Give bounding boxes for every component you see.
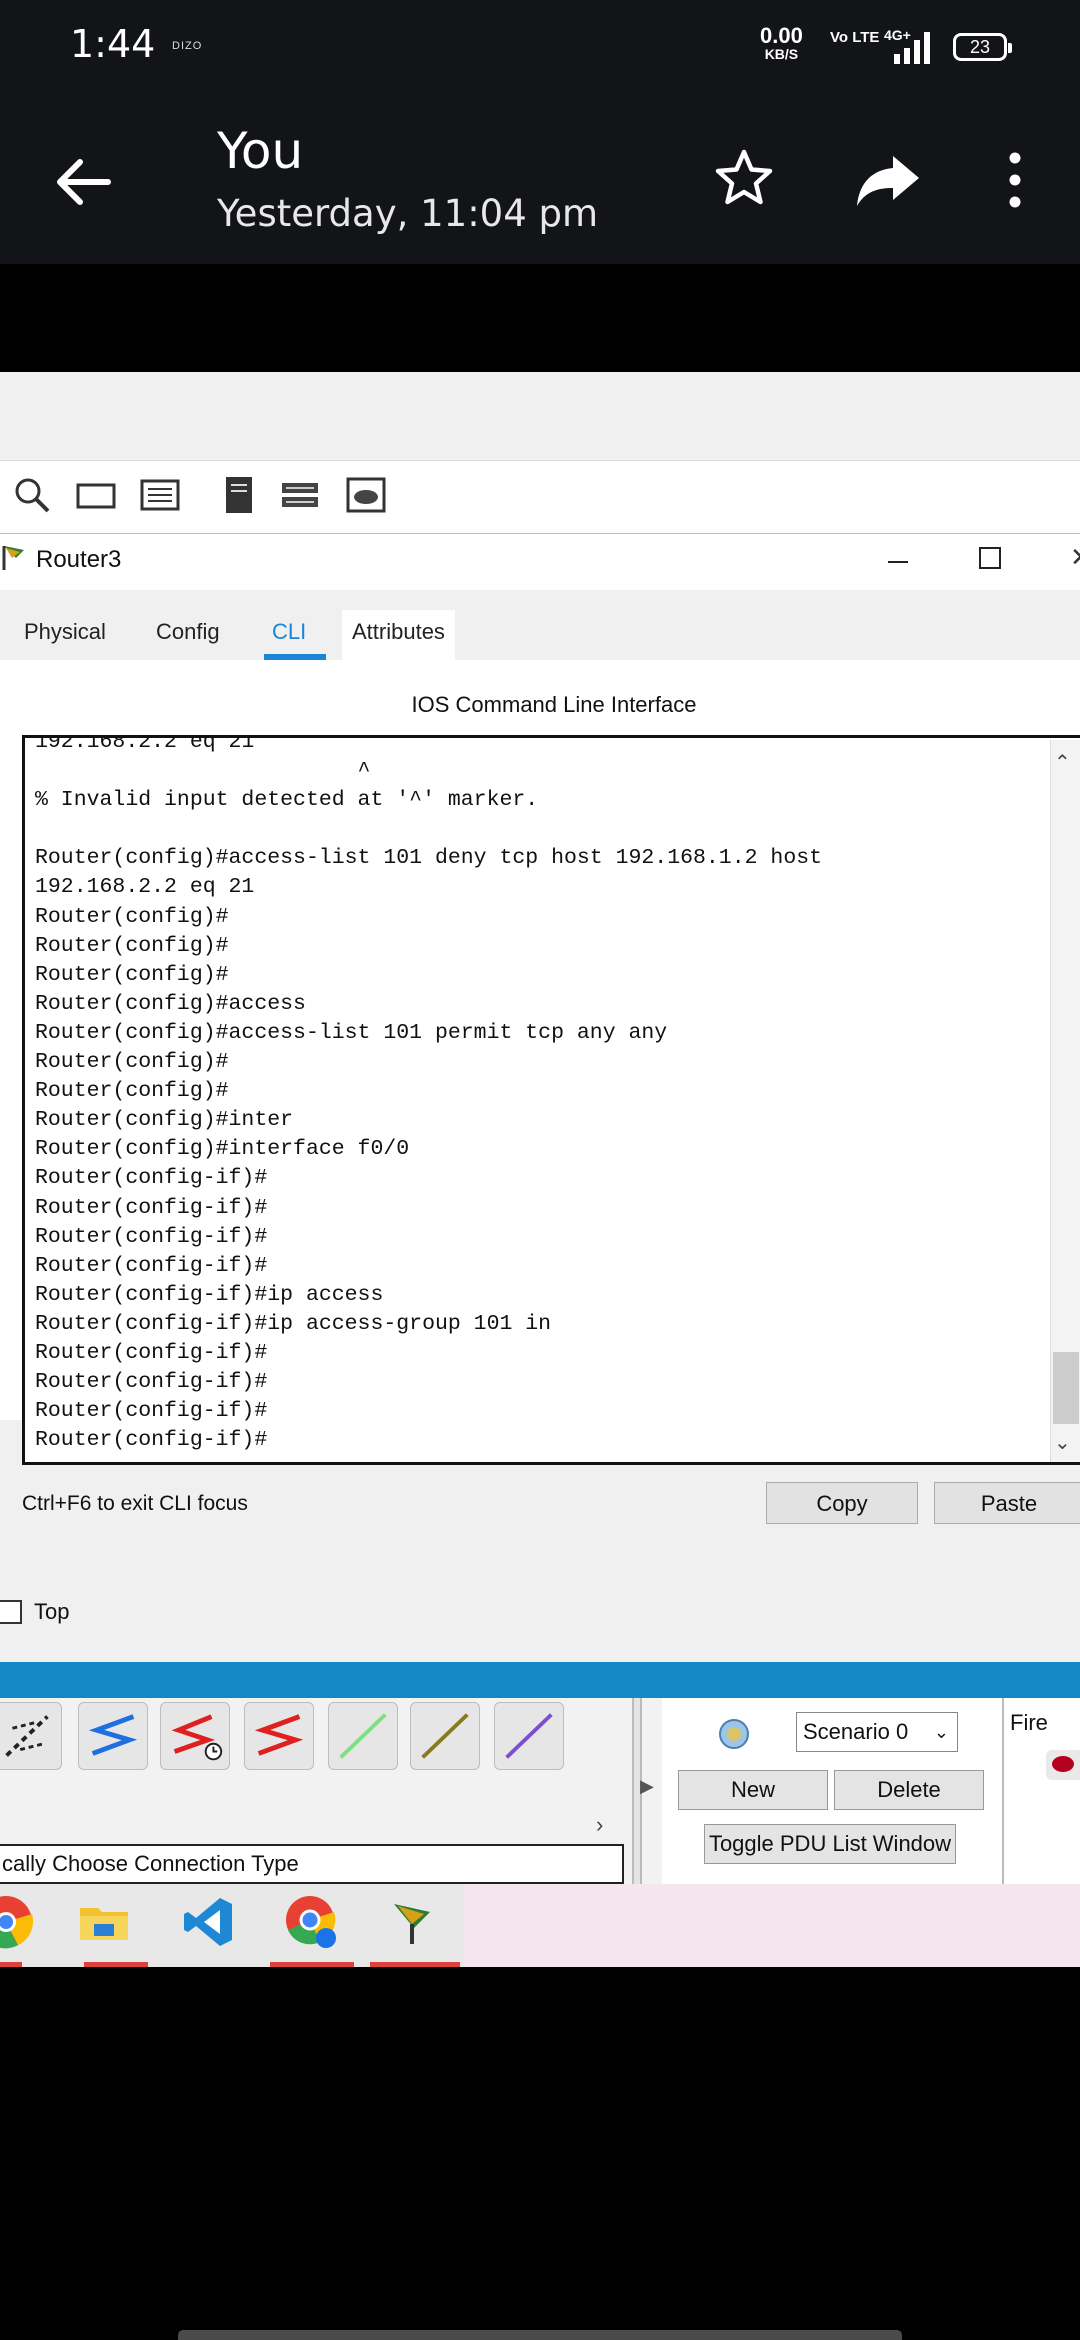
explorer-running-indicator — [84, 1962, 148, 1967]
packet-tracer-running-indicator — [370, 1962, 460, 1967]
copper-straight-icon[interactable] — [328, 1702, 398, 1770]
expand-arrow-icon[interactable]: ▶ — [640, 1776, 654, 1797]
minimize-icon[interactable] — [886, 542, 910, 572]
packet-tracer-icon[interactable] — [384, 1894, 440, 1950]
auto-connection-icon[interactable] — [0, 1702, 62, 1770]
network-speed-unit: KB/S — [764, 46, 799, 62]
top-label: Top — [34, 1599, 70, 1624]
chrome-profile-icon[interactable] — [284, 1894, 340, 1950]
fire-column-header: Fire — [1010, 1710, 1048, 1735]
gesture-bar[interactable] — [178, 2330, 902, 2340]
copper-cross-icon[interactable] — [410, 1702, 480, 1770]
list-icon[interactable] — [140, 475, 180, 515]
chevron-right-icon[interactable]: › — [596, 1812, 603, 1838]
delete-scenario-button[interactable]: Delete — [834, 1770, 984, 1810]
message-timestamp: Yesterday, 11:04 pm — [217, 192, 599, 235]
serial-dte-icon[interactable] — [244, 1702, 314, 1770]
router-app-icon — [2, 546, 24, 570]
top-checkbox[interactable] — [0, 1600, 22, 1624]
connection-type-label: cally Choose Connection Type — [0, 1844, 624, 1884]
device-icon[interactable] — [220, 475, 260, 515]
scenario-select-value: Scenario 0 — [803, 1719, 909, 1744]
shared-image: Router3 ✕ Physical Config CLI Attributes… — [0, 372, 1080, 1967]
new-scenario-button[interactable]: New — [678, 1770, 828, 1810]
scroll-down-icon[interactable]: ⌄ — [1054, 1430, 1071, 1455]
serial-dce-icon[interactable] — [160, 1702, 230, 1770]
scenario-select[interactable]: Scenario 0 ⌄ — [796, 1712, 958, 1752]
console-cable-icon[interactable] — [78, 1702, 148, 1770]
pt-toolbar — [0, 460, 1080, 535]
fire-status-icon[interactable] — [1046, 1750, 1080, 1780]
terminal-output: 192.168.2.2 eq 21 ^ % Invalid input dete… — [35, 735, 823, 1453]
sender-name: You — [217, 122, 304, 180]
tab-attributes[interactable]: Attributes — [342, 610, 455, 660]
paste-button[interactable]: Paste — [934, 1482, 1080, 1524]
chrome-icon[interactable] — [0, 1894, 34, 1950]
switch-icon[interactable] — [280, 475, 320, 515]
network-speed-value: 0.00 — [760, 23, 803, 48]
close-icon[interactable]: ✕ — [1070, 542, 1080, 572]
maximize-icon[interactable] — [978, 546, 1002, 570]
router-tabs: Physical Config CLI Attributes — [0, 590, 1080, 660]
app-header: You Yesterday, 11:04 pm — [0, 96, 1080, 264]
tab-physical[interactable]: Physical — [14, 610, 116, 660]
top-row — [0, 1547, 1080, 1607]
fiber-icon[interactable] — [494, 1702, 564, 1770]
tab-config[interactable]: Config — [146, 610, 230, 660]
scroll-thumb[interactable] — [1053, 1352, 1079, 1424]
info-icon[interactable] — [718, 1718, 750, 1750]
signal-icon: 4G+ — [884, 27, 930, 64]
cli-focus-hint: Ctrl+F6 to exit CLI focus — [22, 1492, 248, 1515]
toggle-pdu-list-button[interactable]: Toggle PDU List Window — [704, 1824, 956, 1864]
chrome-running-indicator — [0, 1962, 22, 1967]
status-bar: 1:44 DIZO 0.00 KB/S Vo LTE 4G+ 23 — [0, 0, 1080, 96]
scroll-up-icon[interactable]: ⌃ — [1054, 750, 1071, 775]
file-explorer-icon[interactable] — [76, 1894, 132, 1950]
tab-cli[interactable]: CLI — [262, 610, 328, 660]
chrome-profile-running-indicator — [270, 1962, 354, 1967]
router-window-title: Router3 — [36, 546, 122, 573]
share-icon[interactable] — [853, 148, 923, 212]
status-time: 1:44 — [70, 22, 156, 66]
volte-indicator: Vo LTE — [830, 29, 880, 46]
cli-heading: IOS Command Line Interface — [411, 692, 697, 717]
battery-icon: 23 — [953, 33, 1012, 61]
network-type: 4G+ — [884, 27, 911, 43]
copy-button[interactable]: Copy — [766, 1482, 918, 1524]
router-window-titlebar: Router3 ✕ — [0, 534, 1080, 590]
chevron-down-icon: ⌄ — [933, 1722, 949, 1742]
network-speed: 0.00 KB/S — [760, 23, 803, 63]
status-brand: DIZO — [172, 40, 203, 52]
zoom-icon[interactable] — [12, 475, 52, 515]
pt-blue-bar — [0, 1662, 1080, 1698]
vscode-icon[interactable] — [180, 1894, 236, 1950]
window-icon[interactable] — [76, 475, 116, 515]
cli-terminal[interactable]: 192.168.2.2 eq 21 ^ % Invalid input dete… — [22, 735, 1080, 1465]
cloud-icon[interactable] — [346, 475, 386, 515]
star-icon[interactable] — [712, 146, 776, 210]
back-arrow-icon[interactable] — [52, 150, 116, 214]
more-icon[interactable] — [1000, 148, 1030, 212]
